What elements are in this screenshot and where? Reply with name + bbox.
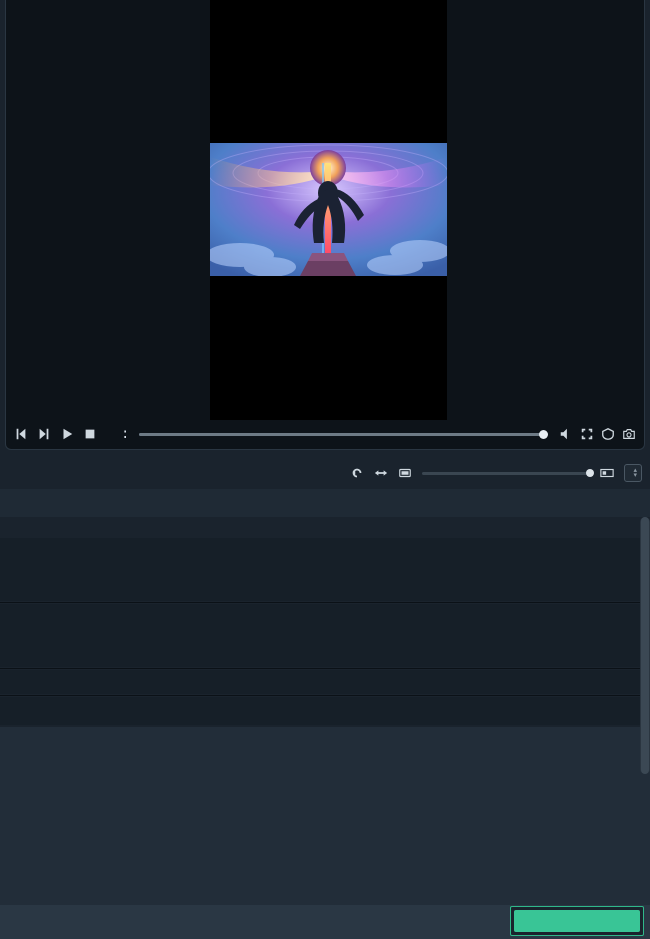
timeline-ruler[interactable] [0, 489, 650, 517]
export-button-frame [510, 906, 644, 936]
undo-icon[interactable] [350, 466, 364, 480]
stepper-arrows[interactable]: ▴▾ [633, 468, 637, 478]
timeline-empty-area [0, 727, 650, 905]
preview-panel: : [5, 0, 645, 450]
track-row[interactable] [0, 538, 650, 601]
stop-icon[interactable] [83, 427, 97, 441]
skip-end-icon[interactable] [37, 427, 51, 441]
track-row[interactable] [0, 670, 650, 694]
volume-icon[interactable] [559, 427, 573, 441]
preview-canvas [210, 0, 447, 420]
export-button[interactable] [514, 910, 640, 932]
fullscreen-icon[interactable] [580, 427, 594, 441]
thumbnail-toggle-icon[interactable] [600, 466, 614, 480]
fit-width-icon[interactable] [374, 466, 388, 480]
track-row[interactable] [0, 604, 650, 667]
scrub-bar[interactable] [139, 433, 544, 436]
safezone-icon[interactable] [601, 427, 615, 441]
zoom-slider[interactable] [422, 472, 590, 475]
video-frame [210, 143, 447, 276]
timecode-current: : [121, 425, 130, 443]
marker-icon[interactable] [398, 466, 412, 480]
snapshot-icon[interactable] [622, 427, 636, 441]
timeline-scrollbar[interactable] [640, 517, 650, 774]
skip-start-icon[interactable] [14, 427, 28, 441]
play-icon[interactable] [60, 427, 74, 441]
track-row[interactable] [0, 697, 650, 725]
frame-step-field[interactable]: ▴▾ [624, 464, 642, 482]
transport-bar: : [6, 419, 644, 449]
timeline-toolbar: ▴▾ [0, 460, 650, 486]
